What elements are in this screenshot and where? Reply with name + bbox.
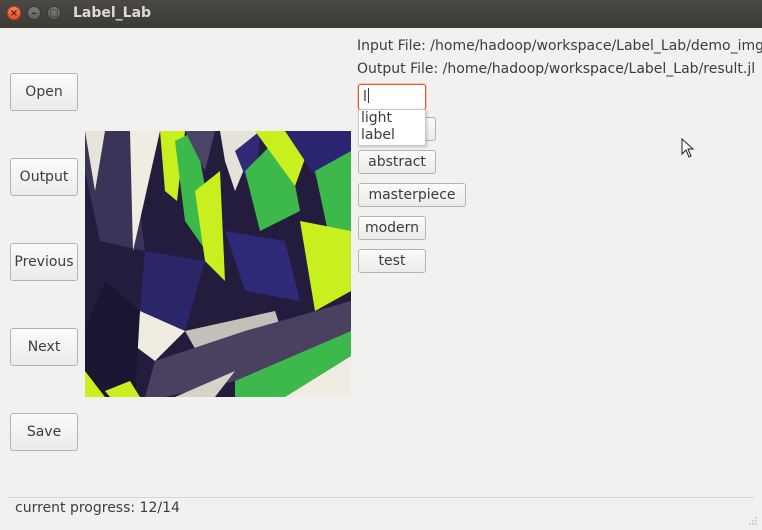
status-divider xyxy=(8,497,754,498)
tag-button-modern[interactable]: modern xyxy=(358,216,426,240)
window-close-icon[interactable]: × xyxy=(7,6,21,20)
output-button[interactable]: Output xyxy=(10,158,78,196)
autocomplete-item[interactable]: light xyxy=(359,110,425,127)
text-caret xyxy=(367,88,369,103)
label-input-value: l xyxy=(363,89,367,105)
previous-button[interactable]: Previous xyxy=(10,243,78,281)
input-file-label: Input File: /home/hadoop/workspace/Label… xyxy=(357,38,762,54)
image-preview xyxy=(85,131,351,397)
window-title: Label_Lab xyxy=(73,5,152,21)
autocomplete-item[interactable]: label xyxy=(359,127,425,144)
output-file-label: Output File: /home/hadoop/workspace/Labe… xyxy=(357,61,756,77)
autocomplete-popup: light label xyxy=(358,109,426,146)
resize-grip-icon[interactable] xyxy=(748,514,758,525)
label-input[interactable]: l xyxy=(358,84,426,110)
window-minimize-icon[interactable]: – xyxy=(27,6,41,20)
save-button[interactable]: Save xyxy=(10,413,78,451)
open-button[interactable]: Open xyxy=(10,73,78,111)
mouse-cursor-icon xyxy=(681,137,695,162)
tag-button-abstract[interactable]: abstract xyxy=(358,150,436,174)
next-button[interactable]: Next xyxy=(10,328,78,366)
tag-button-masterpiece[interactable]: masterpiece xyxy=(358,183,466,207)
title-bar: × – □ Label_Lab xyxy=(0,0,762,28)
window-maximize-icon[interactable]: □ xyxy=(47,6,61,20)
tag-button-test[interactable]: test xyxy=(358,249,426,273)
progress-status: current progress: 12/14 xyxy=(15,500,180,516)
